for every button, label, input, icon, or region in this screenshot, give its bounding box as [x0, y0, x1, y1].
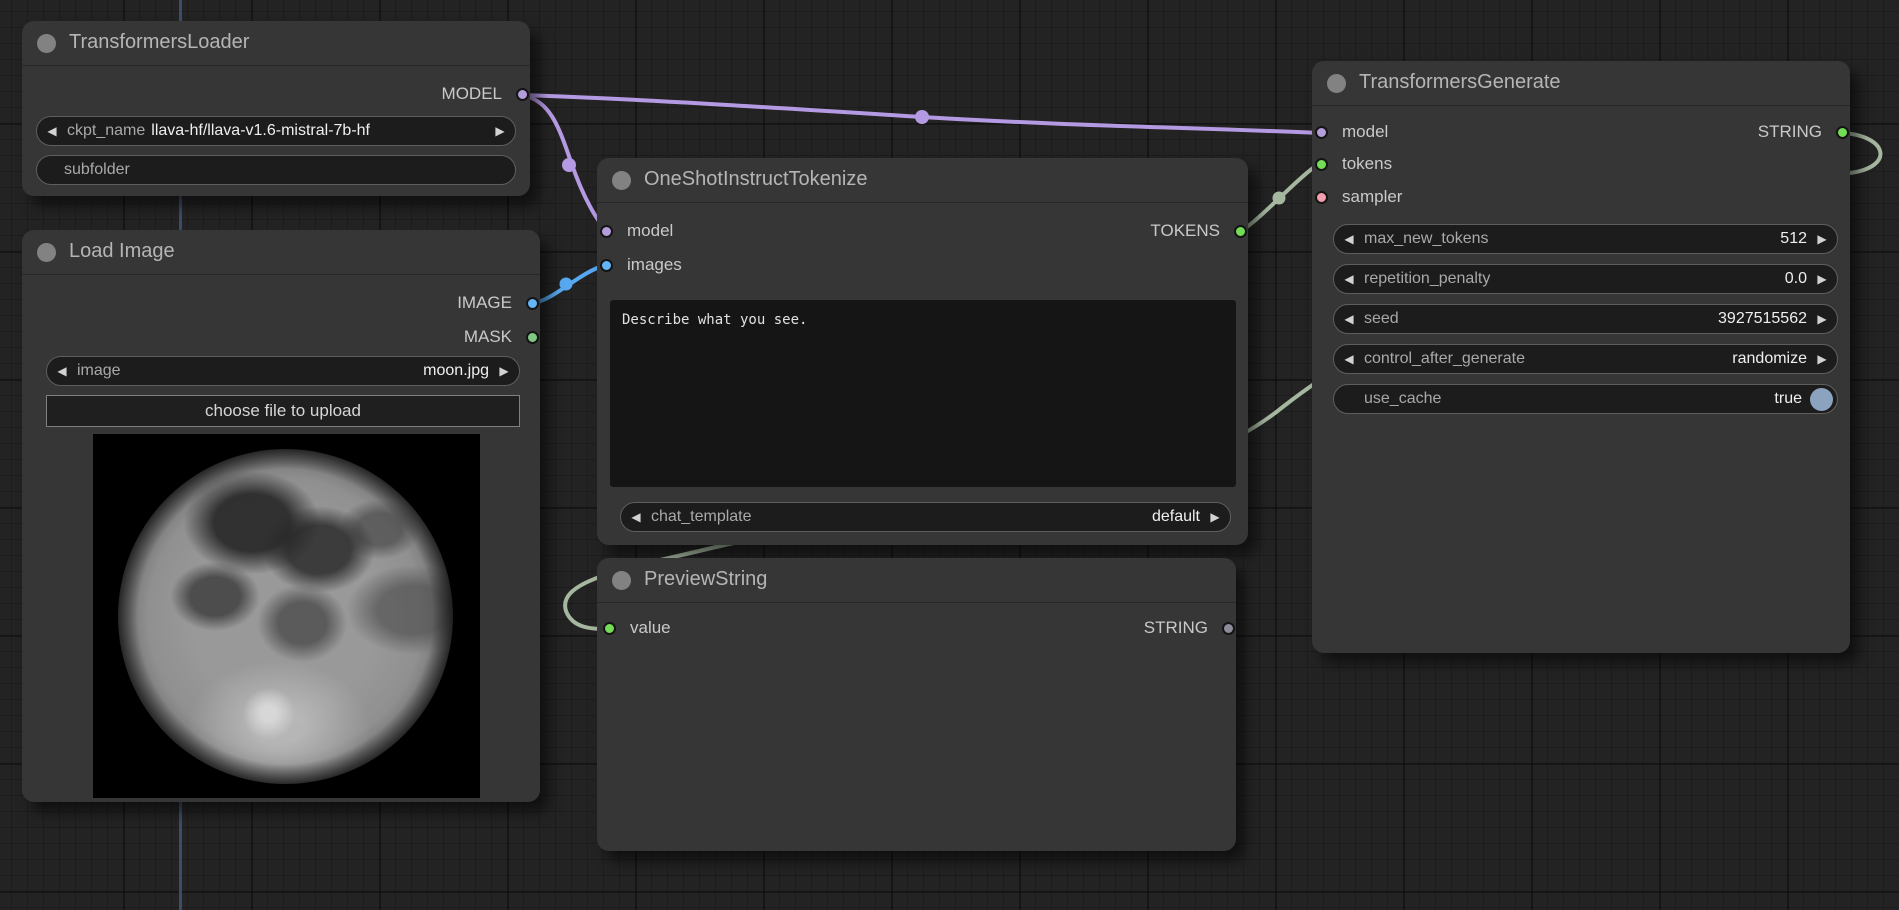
widget-label: max_new_tokens — [1364, 230, 1489, 248]
stepper-right-icon[interactable]: ▶ — [485, 117, 515, 145]
widget-chat-template[interactable]: ◀ chat_template default ▶ — [620, 502, 1231, 532]
widget-control-after-generate[interactable]: ◀ control_after_generate randomize ▶ — [1333, 344, 1838, 374]
widget-label: subfolder — [64, 161, 130, 179]
wire-midpoint-dot[interactable] — [562, 158, 576, 172]
input-port-model[interactable] — [1315, 126, 1328, 139]
widget-label: image — [77, 362, 121, 380]
node-title: Load Image — [69, 240, 175, 263]
stepper-left-icon[interactable]: ◀ — [47, 357, 77, 385]
input-port-model[interactable] — [600, 225, 613, 238]
node-titlebar[interactable]: TransformersGenerate — [1312, 61, 1850, 106]
stepper-right-icon[interactable]: ▶ — [1807, 345, 1837, 373]
node-titlebar[interactable]: PreviewString — [597, 558, 1236, 603]
collapse-dot-icon[interactable] — [37, 243, 56, 262]
output-label-string: STRING — [1758, 122, 1822, 142]
output-label-string: STRING — [1144, 618, 1208, 638]
node-title: PreviewString — [644, 568, 767, 591]
widget-value: randomize — [1732, 350, 1807, 368]
input-port-sampler[interactable] — [1315, 191, 1328, 204]
widget-label: ckpt_name — [67, 122, 145, 140]
toggle-on-icon[interactable] — [1810, 388, 1833, 411]
stepper-right-icon[interactable]: ▶ — [1807, 305, 1837, 333]
stepper-right-icon[interactable]: ▶ — [1807, 225, 1837, 253]
input-port-images[interactable] — [600, 259, 613, 272]
prompt-textarea[interactable]: Describe what you see. — [610, 300, 1236, 487]
input-port-tokens[interactable] — [1315, 158, 1328, 171]
wire-midpoint-dot[interactable] — [915, 110, 929, 124]
widget-label: use_cache — [1364, 390, 1441, 408]
widget-value: 3927515562 — [1718, 310, 1807, 328]
wire-midpoint-dot[interactable] — [560, 278, 573, 291]
node-load-image[interactable]: Load Image IMAGE MASK ◀ image moon.jpg ▶… — [22, 230, 540, 802]
stepper-right-icon[interactable]: ▶ — [1807, 265, 1837, 293]
input-label-model: model — [1342, 122, 1388, 142]
output-port-string[interactable] — [1836, 126, 1849, 139]
input-port-value[interactable] — [603, 622, 616, 635]
output-port-tokens[interactable] — [1234, 225, 1247, 238]
node-oneshot-instruct-tokenize[interactable]: OneShotInstructTokenize model images TOK… — [597, 158, 1248, 545]
image-preview-frame — [93, 434, 480, 798]
widget-label: control_after_generate — [1364, 350, 1525, 368]
node-titlebar[interactable]: OneShotInstructTokenize — [597, 158, 1248, 203]
node-title: TransformersLoader — [69, 31, 249, 54]
node-graph-canvas[interactable]: TransformersLoader MODEL ◀ ckpt_name lla… — [0, 0, 1899, 910]
node-title: OneShotInstructTokenize — [644, 168, 867, 191]
collapse-dot-icon[interactable] — [37, 34, 56, 53]
input-label-images: images — [627, 255, 682, 275]
collapse-dot-icon[interactable] — [612, 571, 631, 590]
widget-label: seed — [1364, 310, 1399, 328]
stepper-left-icon[interactable]: ◀ — [1334, 345, 1364, 373]
widget-image-select[interactable]: ◀ image moon.jpg ▶ — [46, 356, 520, 386]
output-label-mask: MASK — [464, 327, 512, 347]
collapse-dot-icon[interactable] — [1327, 74, 1346, 93]
node-preview-string[interactable]: PreviewString value STRING — [597, 558, 1236, 851]
output-label-model: MODEL — [442, 84, 502, 104]
node-transformers-loader[interactable]: TransformersLoader MODEL ◀ ckpt_name lla… — [22, 21, 530, 196]
stepper-right-icon[interactable]: ▶ — [489, 357, 519, 385]
wire-midpoint-dot[interactable] — [1273, 192, 1286, 205]
stepper-right-icon[interactable]: ▶ — [1200, 503, 1230, 531]
stepper-left-icon[interactable]: ◀ — [1334, 225, 1364, 253]
widget-value: 0.0 — [1785, 270, 1807, 288]
input-label-tokens: tokens — [1342, 154, 1392, 174]
output-label-image: IMAGE — [457, 293, 512, 313]
widget-value: true — [1774, 390, 1802, 408]
input-label-sampler: sampler — [1342, 187, 1402, 207]
collapse-dot-icon[interactable] — [612, 171, 631, 190]
choose-file-button[interactable]: choose file to upload — [46, 395, 520, 427]
stepper-left-icon[interactable]: ◀ — [1334, 305, 1364, 333]
widget-max-new-tokens[interactable]: ◀ max_new_tokens 512 ▶ — [1333, 224, 1838, 254]
widget-value: 512 — [1780, 230, 1807, 248]
stepper-left-icon[interactable]: ◀ — [621, 503, 651, 531]
stepper-left-icon[interactable]: ◀ — [1334, 265, 1364, 293]
input-label-value: value — [630, 618, 671, 638]
output-port-image[interactable] — [526, 297, 539, 310]
widget-label: repetition_penalty — [1364, 270, 1490, 288]
widget-value: moon.jpg — [423, 362, 489, 380]
widget-use-cache-toggle[interactable]: use_cache true — [1333, 384, 1838, 414]
output-port-model[interactable] — [516, 88, 529, 101]
widget-ckpt-name[interactable]: ◀ ckpt_name llava-hf/llava-v1.6-mistral-… — [36, 116, 516, 146]
output-port-mask[interactable] — [526, 331, 539, 344]
node-titlebar[interactable]: Load Image — [22, 230, 540, 275]
stepper-left-icon[interactable]: ◀ — [37, 117, 67, 145]
widget-subfolder[interactable]: subfolder — [36, 155, 516, 185]
widget-seed[interactable]: ◀ seed 3927515562 ▶ — [1333, 304, 1838, 334]
widget-value: default — [1152, 508, 1200, 526]
node-transformers-generate[interactable]: TransformersGenerate model STRING tokens… — [1312, 61, 1850, 653]
output-label-tokens: TOKENS — [1150, 221, 1220, 241]
widget-repetition-penalty[interactable]: ◀ repetition_penalty 0.0 ▶ — [1333, 264, 1838, 294]
output-port-string[interactable] — [1222, 622, 1235, 635]
node-title: TransformersGenerate — [1359, 71, 1561, 94]
node-titlebar[interactable]: TransformersLoader — [22, 21, 530, 66]
moon-image-preview — [118, 449, 453, 784]
widget-value: llava-hf/llava-v1.6-mistral-7b-hf — [151, 122, 370, 140]
input-label-model: model — [627, 221, 673, 241]
widget-label: chat_template — [651, 508, 752, 526]
